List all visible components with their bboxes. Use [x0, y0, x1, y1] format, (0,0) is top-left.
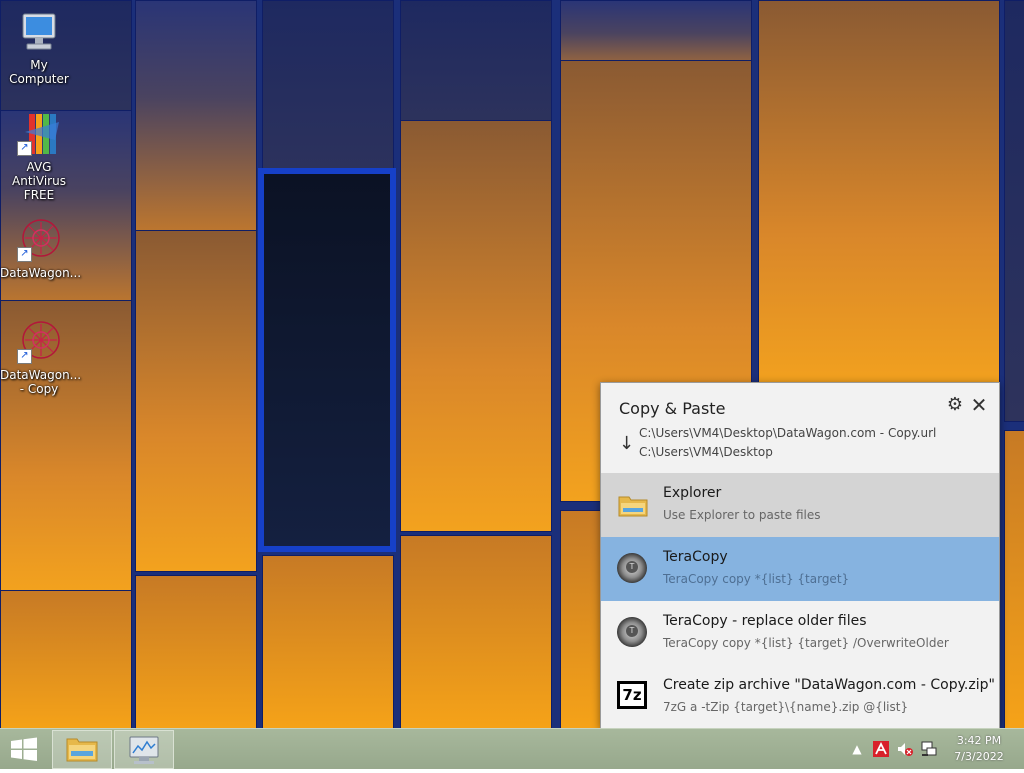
settings-gear-icon[interactable]: ⚙	[945, 395, 965, 415]
desktop-icon-datawagon[interactable]: ↗ DataWagon...	[0, 216, 82, 280]
start-button[interactable]	[0, 729, 48, 769]
show-hidden-icons-icon[interactable]: ▲	[848, 740, 866, 758]
option-create-zip[interactable]: 7z Create zip archive "DataWagon.com - C…	[601, 665, 999, 728]
wallpaper-panel	[1004, 0, 1024, 422]
target-path: C:\Users\VM4\Desktop	[639, 445, 773, 459]
wallpaper-window	[258, 168, 396, 552]
volume-muted-icon[interactable]	[896, 740, 914, 758]
desktop-icon-label: AVG AntiVirus FREE	[12, 160, 66, 202]
wallpaper-panel	[400, 0, 552, 132]
taskbar-resource-monitor[interactable]	[114, 730, 174, 769]
system-clock[interactable]: 3:42 PM 7/3/2022	[948, 733, 1010, 765]
datawagon-icon: ↗	[15, 216, 63, 264]
desktop-icon-avg[interactable]: ↗ AVG AntiVirus FREE	[0, 110, 78, 202]
option-subtitle: 7zG a -tZip {target}\{name}.zip @{list}	[663, 700, 909, 714]
option-title: Create zip archive "DataWagon.com - Copy…	[663, 677, 995, 693]
clock-date: 7/3/2022	[954, 750, 1004, 763]
computer-icon	[15, 8, 63, 56]
option-subtitle: TeraCopy copy *{list} {target} /Overwrit…	[663, 636, 949, 650]
wallpaper-panel	[1004, 430, 1024, 728]
shortcut-arrow-icon: ↗	[17, 141, 32, 156]
folder-icon	[617, 489, 649, 521]
wallpaper-panel	[135, 0, 257, 242]
dialog-title: Copy & Paste	[619, 399, 726, 418]
teracopy-icon: T	[617, 617, 649, 649]
folder-icon	[66, 738, 98, 762]
desktop-icon-datawagon-copy[interactable]: ↗ DataWagon... - Copy	[0, 318, 82, 396]
datawagon-icon: ↗	[15, 318, 63, 366]
teracopy-icon: T	[617, 553, 649, 585]
option-subtitle: Use Explorer to paste files	[663, 508, 821, 522]
wallpaper-panel	[135, 230, 257, 572]
option-explorer[interactable]: Explorer Use Explorer to paste files	[601, 473, 999, 537]
option-title: TeraCopy	[663, 549, 728, 565]
option-title: TeraCopy - replace older files	[663, 613, 867, 629]
desktop-icon-label: My Computer	[9, 58, 69, 86]
option-subtitle: TeraCopy copy *{list} {target}	[663, 572, 850, 586]
source-path: C:\Users\VM4\Desktop\DataWagon.com - Cop…	[639, 426, 937, 440]
option-teracopy-replace-older[interactable]: T TeraCopy - replace older files TeraCop…	[601, 601, 999, 665]
desktop: My Computer ↗ AVG AntiVirus FREE ↗ DataW…	[0, 0, 1024, 728]
wallpaper-panel	[758, 0, 1000, 392]
taskbar-file-explorer[interactable]	[52, 730, 112, 769]
option-teracopy[interactable]: T TeraCopy TeraCopy copy *{list} {target…	[601, 537, 999, 601]
wallpaper-panel	[400, 120, 552, 532]
monitor-icon	[129, 736, 159, 764]
wallpaper-panel	[135, 575, 257, 728]
avg-icon: ↗	[15, 110, 63, 158]
wallpaper-panel	[400, 535, 552, 728]
taskbar: ▲ 3:42 PM 7/3/2022	[0, 728, 1024, 769]
7zip-icon: 7z	[617, 681, 649, 713]
copy-paste-dialog: Copy & Paste ⚙ ✕ ↓ C:\Users\VM4\Desktop\…	[600, 382, 1000, 728]
close-icon[interactable]: ✕	[969, 395, 989, 415]
avira-icon[interactable]	[872, 740, 890, 758]
desktop-icon-label: DataWagon... - Copy	[0, 368, 82, 396]
arrow-down-icon: ↓	[619, 433, 635, 454]
wallpaper-panel	[0, 590, 132, 728]
dialog-header: Copy & Paste ⚙ ✕ ↓ C:\Users\VM4\Desktop\…	[601, 383, 999, 473]
network-icon[interactable]	[920, 740, 938, 758]
clock-time: 3:42 PM	[956, 734, 1002, 747]
option-title: Explorer	[663, 485, 722, 501]
desktop-icon-label: DataWagon...	[0, 266, 82, 280]
shortcut-arrow-icon: ↗	[17, 349, 32, 364]
wallpaper-panel	[262, 555, 394, 728]
desktop-icon-my-computer[interactable]: My Computer	[0, 8, 78, 86]
shortcut-arrow-icon: ↗	[17, 247, 32, 262]
wallpaper-panel	[262, 0, 394, 192]
windows-logo-icon	[11, 737, 37, 761]
